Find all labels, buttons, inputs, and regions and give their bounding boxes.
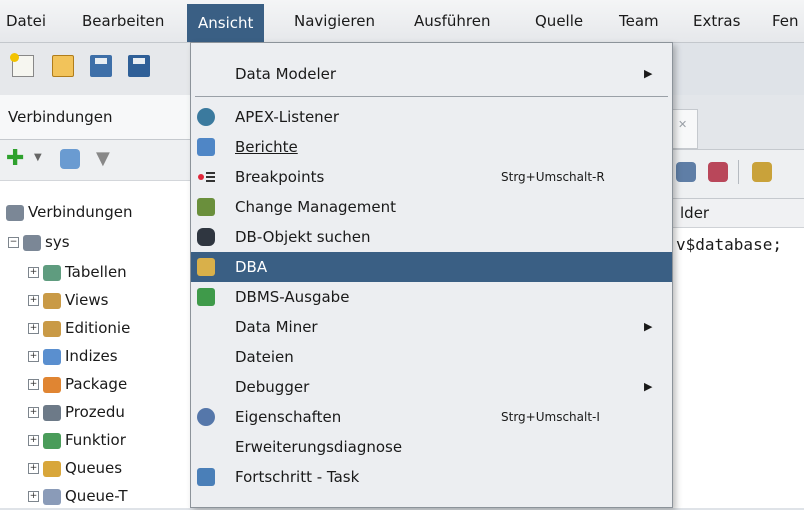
menu-ansicht[interactable]: Ansicht <box>187 4 265 42</box>
tab-verbindungen[interactable]: Verbindungen <box>0 95 195 140</box>
tree-item[interactable]: + Indizes <box>28 342 118 370</box>
menu-ausfuehren[interactable]: Ausführen <box>410 9 494 33</box>
open-folder-icon[interactable] <box>52 55 74 77</box>
submenu-arrow-icon: ▶ <box>644 67 653 80</box>
tree-item[interactable]: + Queue-T <box>28 482 127 510</box>
menu-item-apex-listener[interactable]: APEX-Listener <box>191 102 672 132</box>
breakpoints-icon <box>197 168 215 186</box>
properties-icon <box>197 408 215 426</box>
queue-icon <box>43 460 61 477</box>
menu-item-data-miner[interactable]: Data Miner ▶ <box>191 312 672 342</box>
menu-item-erweiterungsdiagnose[interactable]: Erweiterungsdiagnose <box>191 432 672 462</box>
column-header: lder <box>672 199 804 228</box>
package-icon <box>43 376 61 393</box>
table-icon <box>43 264 61 281</box>
dbms-output-icon <box>197 288 215 306</box>
binoculars-icon <box>197 228 215 246</box>
menu-item-eigenschaften[interactable]: Eigenschaften Strg+Umschalt-I <box>191 402 672 432</box>
menu-item-breakpoints[interactable]: Breakpoints Strg+Umschalt-R <box>191 162 672 192</box>
shortcut-label: Strg+Umschalt-I <box>501 410 600 424</box>
tree-sys[interactable]: − sys <box>8 228 70 256</box>
index-icon <box>43 348 61 365</box>
submenu-arrow-icon: ▶ <box>644 380 653 393</box>
expand-icon[interactable]: + <box>28 435 39 446</box>
menu-item-db-objekt-suchen[interactable]: DB-Objekt suchen <box>191 222 672 252</box>
sql-icon[interactable] <box>752 162 772 182</box>
editioning-view-icon <box>43 320 61 337</box>
expand-icon[interactable]: + <box>28 267 39 278</box>
tree-item[interactable]: + Editionie <box>28 314 130 342</box>
expand-icon[interactable]: + <box>28 295 39 306</box>
menu-item-change-management[interactable]: Change Management <box>191 192 672 222</box>
editor-area: ✕ lder v$database; <box>672 95 804 508</box>
editor-tabstrip: ✕ <box>672 95 804 150</box>
connections-icon <box>6 204 24 221</box>
menu-bar: Datei Bearbeiten Ansicht Navigieren Ausf… <box>0 0 804 43</box>
expand-icon[interactable]: + <box>28 491 39 502</box>
dropdown-arrow-icon[interactable]: ▼ <box>34 152 42 163</box>
editor-tab[interactable]: ✕ <box>672 109 698 149</box>
task-progress-icon <box>197 468 215 486</box>
menu-bearbeiten[interactable]: Bearbeiten <box>78 9 168 33</box>
menu-item-dateien[interactable]: Dateien <box>191 342 672 372</box>
menu-item-data-modeler[interactable]: Data Modeler ▶ <box>191 59 672 89</box>
menu-item-dba[interactable]: DBA <box>191 252 672 282</box>
editor-toolbar <box>672 150 804 199</box>
database-connection-icon <box>23 234 41 251</box>
menu-item-fortschritt-task[interactable]: Fortschritt - Task <box>191 462 672 492</box>
expand-icon[interactable]: + <box>28 407 39 418</box>
collapse-icon[interactable]: − <box>8 237 19 248</box>
rollback-icon[interactable] <box>708 162 728 182</box>
connections-panel: Verbindungen ✚ ▼ ▼ Verbindungen − sys + Ta… <box>0 95 196 508</box>
submenu-arrow-icon: ▶ <box>644 320 653 333</box>
expand-icon[interactable]: + <box>28 463 39 474</box>
menu-navigieren[interactable]: Navigieren <box>290 9 379 33</box>
menu-item-berichte[interactable]: Berichte <box>191 132 672 162</box>
menu-team[interactable]: Team <box>615 9 663 33</box>
menu-item-dbms-ausgabe[interactable]: DBMS-Ausgabe <box>191 282 672 312</box>
apex-listener-icon <box>197 108 215 126</box>
menu-separator <box>195 96 668 97</box>
connections-toolbar: ✚ ▼ ▼ <box>0 140 195 181</box>
close-tab-icon[interactable]: ✕ <box>678 118 687 131</box>
menu-datei[interactable]: Datei <box>2 9 50 33</box>
dba-icon <box>197 258 215 276</box>
change-management-icon <box>197 198 215 216</box>
shortcut-label: Strg+Umschalt-R <box>501 170 605 184</box>
view-icon <box>43 292 61 309</box>
tree-item[interactable]: + Prozedu <box>28 398 125 426</box>
expand-icon[interactable]: + <box>28 379 39 390</box>
main-toolbar <box>0 43 190 95</box>
filter-icon[interactable]: ▼ <box>96 148 110 169</box>
save-all-icon[interactable] <box>128 55 150 77</box>
add-connection-icon[interactable]: ✚ <box>6 148 24 170</box>
reports-icon <box>197 138 215 156</box>
procedure-icon <box>43 404 61 421</box>
queue-table-icon <box>43 488 61 505</box>
tree-item[interactable]: + Funktior <box>28 426 126 454</box>
tree-item[interactable]: + Tabellen <box>28 258 127 286</box>
refresh-icon[interactable] <box>60 149 80 169</box>
menu-quelle[interactable]: Quelle <box>531 9 587 33</box>
tree-item[interactable]: + Views <box>28 286 108 314</box>
tab-verbindungen-label: Verbindungen <box>8 108 113 126</box>
code-line[interactable]: v$database; <box>676 235 782 254</box>
commit-icon[interactable] <box>676 162 696 182</box>
menu-extras[interactable]: Extras <box>689 9 744 33</box>
function-icon <box>43 432 61 449</box>
new-icon[interactable] <box>10 53 34 77</box>
menu-item-debugger[interactable]: Debugger ▶ <box>191 372 672 402</box>
expand-icon[interactable]: + <box>28 351 39 362</box>
save-icon[interactable] <box>90 55 112 77</box>
tree-item[interactable]: + Queues <box>28 454 122 482</box>
tree-root[interactable]: Verbindungen <box>6 198 132 226</box>
view-menu-dropdown: Data Modeler ▶ APEX-Listener Berichte Br… <box>190 42 673 508</box>
expand-icon[interactable]: + <box>28 323 39 334</box>
menu-fenster[interactable]: Fen <box>768 9 803 33</box>
tree-item[interactable]: + Package <box>28 370 127 398</box>
